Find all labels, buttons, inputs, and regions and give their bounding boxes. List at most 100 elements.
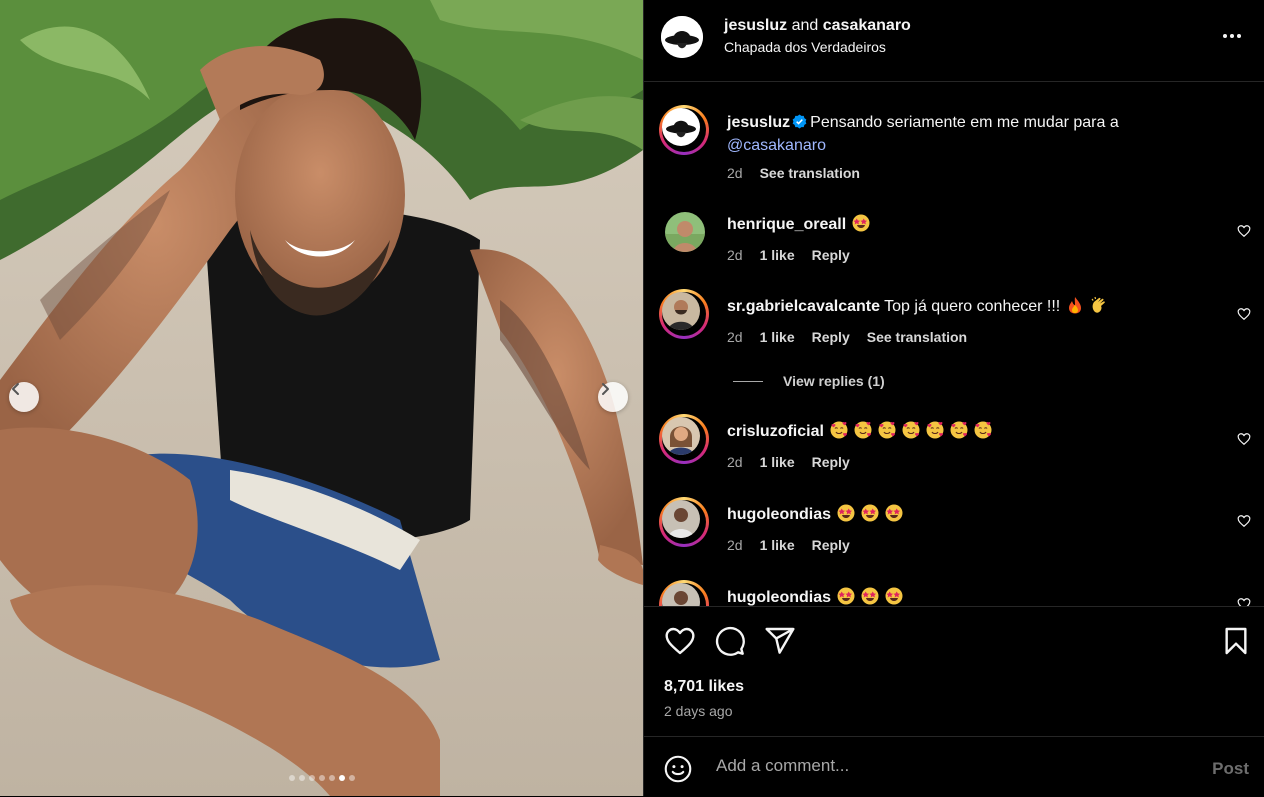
like-comment-heart-icon[interactable] <box>1237 432 1251 446</box>
smiling-face-with-hearts-emoji-icon <box>830 421 848 439</box>
comments-list[interactable]: jesusluz Pensando seriamente em me mudar … <box>644 82 1264 606</box>
comment-text: hugoleondias <box>727 586 1207 606</box>
commenter-avatar[interactable] <box>659 289 709 339</box>
like-comment-heart-icon[interactable] <box>1237 597 1251 606</box>
emoji-smiley-icon[interactable] <box>664 755 692 783</box>
post-header: jesusluz and casakanaro Chapada dos Verd… <box>644 0 1264 82</box>
hat-logo-icon <box>666 120 696 138</box>
comment-input[interactable] <box>714 755 1158 777</box>
smiling-face-with-hearts-emoji-icon <box>974 421 992 439</box>
carousel-indicator <box>0 775 643 781</box>
comment-username[interactable]: hugoleondias <box>727 506 831 523</box>
more-horizontal-icon <box>1223 34 1241 38</box>
more-options-button[interactable] <box>1222 28 1242 39</box>
comment-meta: 2d 1 like Reply <box>727 537 850 553</box>
post-photo <box>0 0 643 796</box>
author-username[interactable]: jesusluz <box>724 17 787 34</box>
previous-photo-button[interactable] <box>9 382 39 412</box>
reply-button[interactable]: Reply <box>812 454 850 470</box>
reply-button[interactable]: Reply <box>812 329 850 345</box>
comment-text: hugoleondias <box>727 503 1207 526</box>
hat-logo-icon <box>661 16 703 58</box>
comment-username[interactable]: henrique_oreall <box>727 216 846 233</box>
post-authors: jesusluz and casakanaro <box>724 16 911 36</box>
see-translation-link[interactable]: See translation <box>760 165 860 181</box>
commenter-avatar[interactable] <box>659 414 709 464</box>
caption-time: 2d <box>727 165 743 181</box>
verified-badge-icon <box>792 114 807 129</box>
next-photo-button[interactable] <box>598 382 628 412</box>
comment-text: henrique_oreall <box>727 213 1207 236</box>
reply-button[interactable]: Reply <box>812 537 850 553</box>
post-comment-button[interactable]: Post <box>1212 759 1249 779</box>
comment-username[interactable]: hugoleondias <box>727 589 831 606</box>
fire-emoji-icon <box>1069 297 1082 314</box>
coauthor-username[interactable]: casakanaro <box>823 17 911 34</box>
caption-username[interactable]: jesusluz <box>727 114 790 131</box>
profile-photo-icon <box>662 292 700 330</box>
comment-meta: 2d 1 like Reply See translation <box>727 329 967 345</box>
view-replies-label: View replies (1) <box>783 373 885 389</box>
like-comment-heart-icon[interactable] <box>1237 224 1251 238</box>
caption-text: jesusluz Pensando seriamente em me mudar … <box>727 111 1207 157</box>
carousel-dot <box>338 775 345 781</box>
smiling-face-with-hearts-emoji-icon <box>950 421 968 439</box>
comment-username[interactable]: sr.gabrielcavalcante <box>727 298 880 315</box>
star-struck-emoji-icon <box>885 504 903 522</box>
chevron-right-icon <box>602 383 609 395</box>
smiling-face-with-hearts-emoji-icon <box>902 421 920 439</box>
comment-bubble-icon[interactable] <box>714 625 746 657</box>
profile-photo-icon <box>662 500 700 538</box>
comment-meta: 2d 1 like Reply <box>727 454 850 470</box>
share-paper-plane-icon[interactable] <box>764 625 796 657</box>
caption-avatar[interactable] <box>659 105 709 155</box>
caption-body: Pensando seriamente em me mudar para a <box>810 114 1119 131</box>
caption-mention-link[interactable]: @casakanaro <box>727 137 826 154</box>
smiling-face-with-hearts-emoji-icon <box>878 421 896 439</box>
post-location[interactable]: Chapada dos Verdadeiros <box>724 39 911 55</box>
view-replies-button[interactable]: View replies (1) <box>733 373 885 389</box>
comment-username[interactable]: crisluzoficial <box>727 423 824 440</box>
comment-text: sr.gabrielcavalcante Top já quero conhec… <box>727 295 1207 318</box>
carousel-dot <box>318 775 325 781</box>
profile-photo-icon <box>662 417 700 455</box>
commenter-avatar[interactable] <box>659 580 709 606</box>
comment-time: 2d <box>727 454 743 470</box>
carousel-dot <box>308 775 315 781</box>
likes-count[interactable]: 8,701 likes <box>664 678 744 696</box>
carousel-dot <box>348 775 355 781</box>
comment-time: 2d <box>727 247 743 263</box>
star-struck-emoji-icon <box>852 214 870 232</box>
comment-meta: 2d 1 like Reply <box>727 247 850 263</box>
comment-likes[interactable]: 1 like <box>760 247 795 263</box>
comment-time: 2d <box>727 329 743 345</box>
post-actions: 8,701 likes 2 days ago <box>644 606 1264 737</box>
post-time-ago: 2 days ago <box>664 703 733 719</box>
smiling-face-with-hearts-emoji-icon <box>926 421 944 439</box>
carousel-dot <box>288 775 295 781</box>
commenter-avatar[interactable] <box>659 497 709 547</box>
like-comment-heart-icon[interactable] <box>1237 514 1251 528</box>
author-avatar[interactable] <box>661 16 703 58</box>
comment-likes[interactable]: 1 like <box>760 329 795 345</box>
comment-likes[interactable]: 1 like <box>760 454 795 470</box>
comment-likes[interactable]: 1 like <box>760 537 795 553</box>
like-comment-heart-icon[interactable] <box>1237 307 1251 321</box>
chevron-left-icon <box>12 383 19 395</box>
carousel-dot <box>298 775 305 781</box>
post-side-panel: jesusluz and casakanaro Chapada dos Verd… <box>643 0 1264 796</box>
replies-divider-line <box>733 380 763 382</box>
reply-button[interactable]: Reply <box>812 247 850 263</box>
comment-body: Top já quero conhecer !!! <box>884 298 1061 315</box>
comment-composer: Post <box>644 736 1264 797</box>
like-heart-icon[interactable] <box>664 625 696 657</box>
profile-photo-icon <box>665 212 705 252</box>
commenter-avatar[interactable] <box>665 212 705 252</box>
star-struck-emoji-icon <box>837 587 855 605</box>
post-media[interactable] <box>0 0 643 796</box>
smiling-face-with-hearts-emoji-icon <box>854 421 872 439</box>
see-translation-link[interactable]: See translation <box>867 329 967 345</box>
comment-time: 2d <box>727 537 743 553</box>
caption-meta: 2d See translation <box>727 165 860 181</box>
save-bookmark-icon[interactable] <box>1220 625 1252 657</box>
